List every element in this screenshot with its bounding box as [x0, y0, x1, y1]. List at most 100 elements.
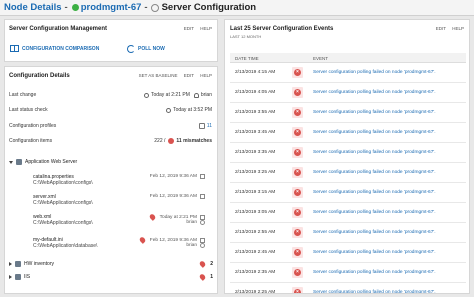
table-row[interactable]: 2/13/2019 2:45 AM × Server configuration p…	[230, 243, 466, 263]
document-icon	[200, 237, 205, 243]
edit-link[interactable]: EDIT	[436, 26, 446, 31]
chevron-right-icon[interactable]	[9, 262, 12, 266]
table-row[interactable]: 2/13/2019 2:55 AM × Server configuration p…	[230, 223, 466, 243]
panel-actions: EDIT HELP	[431, 26, 464, 31]
tree-group-hw-inventory[interactable]: HW inventory 2	[9, 260, 213, 268]
error-icon: ×	[292, 227, 303, 238]
table-row[interactable]: 2/13/2019 3:15 AM × Server configuration p…	[230, 183, 466, 203]
last-change-row: Last change Today at 2:21 PM brian	[9, 90, 212, 100]
event-message[interactable]: Server configuration polling failed on n…	[313, 250, 436, 255]
refresh-icon	[127, 45, 135, 53]
config-item-meta: Feb 12, 2019 9:36 AM	[150, 194, 205, 199]
table-row[interactable]: 2/13/2019 2:25 AM × Server configuration p…	[230, 283, 466, 293]
breadcrumb-separator: -	[144, 2, 148, 13]
config-management-panel: Server Configuration Management EDIT HEL…	[4, 19, 218, 62]
event-message[interactable]: Server configuration polling failed on n…	[313, 130, 436, 135]
table-row[interactable]: 2/13/2019 2:35 AM × Server configuration p…	[230, 263, 466, 283]
user-icon	[200, 243, 205, 248]
event-message[interactable]: Server configuration polling failed on n…	[313, 70, 436, 75]
tree-group-label: IIS	[24, 274, 31, 280]
panel-title: Last 25 Server Configuration Events	[230, 26, 334, 32]
chevron-right-icon[interactable]	[9, 275, 12, 279]
chevron-down-icon[interactable]	[9, 160, 13, 164]
config-item-row[interactable]: server.xml C:\WebApplication\configs\ Fe…	[33, 194, 209, 206]
configuration-comparison-button[interactable]: CONFIGURATION COMPARISON	[10, 45, 99, 52]
clock-icon	[143, 92, 149, 98]
event-datetime: 2/13/2019 4:05 AM	[235, 90, 276, 95]
document-icon	[200, 194, 205, 199]
table-row[interactable]: 2/13/2019 3:35 AM × Server configuration p…	[230, 143, 466, 163]
table-row[interactable]: 2/13/2019 4:15 AM × Server configuration p…	[230, 63, 466, 83]
help-link[interactable]: HELP	[200, 26, 212, 31]
mismatches-count[interactable]: 11 mismatches	[176, 138, 212, 144]
event-message[interactable]: Server configuration polling failed on n…	[313, 90, 436, 95]
hardware-icon	[15, 261, 21, 267]
error-x-icon: ×	[294, 189, 301, 196]
event-datetime: 2/13/2019 4:15 AM	[235, 70, 276, 75]
tree-group-label: Application Web Server	[25, 159, 78, 165]
config-item-date: Feb 12, 2019 9:36 AM	[149, 194, 197, 199]
event-message[interactable]: Server configuration polling failed on n…	[313, 190, 436, 195]
configuration-profiles-count[interactable]: 11	[207, 123, 212, 129]
config-item-row[interactable]: web.xml C:\WebApplication\configs\ Today…	[33, 213, 209, 226]
config-item-row[interactable]: my-default.ini C:\WebApplication\databas…	[33, 236, 209, 249]
column-header-event[interactable]: EVENT	[313, 56, 328, 61]
breadcrumb-node-details[interactable]: Node Details	[4, 2, 62, 13]
event-message[interactable]: Server configuration polling failed on n…	[313, 150, 436, 155]
table-row[interactable]: 2/13/2019 4:05 AM × Server configuration p…	[230, 83, 466, 103]
event-message[interactable]: Server configuration polling failed on n…	[313, 230, 436, 235]
breadcrumb-node[interactable]: prodmgmt-67	[81, 2, 142, 13]
document-icon	[200, 174, 205, 179]
event-datetime: 2/13/2019 2:45 AM	[235, 250, 276, 255]
config-item-path: C:\WebApplication\configs\	[33, 200, 93, 206]
last-status-check-label: Last status check	[9, 107, 48, 113]
error-x-icon: ×	[294, 89, 301, 96]
tree-group-count: 1	[210, 274, 213, 280]
column-header-date[interactable]: DATE TIME	[235, 56, 259, 61]
config-item-path: C:\WebApplication\database\	[33, 243, 98, 249]
table-row[interactable]: 2/13/2019 3:55 AM × Server configuration p…	[230, 103, 466, 123]
mismatch-pin-icon	[138, 236, 147, 244]
tree-group-application-web-server[interactable]: Application Web Server	[9, 159, 213, 165]
event-message[interactable]: Server configuration polling failed on n…	[313, 210, 436, 215]
event-datetime: 2/13/2019 3:15 AM	[235, 190, 276, 195]
config-item-row[interactable]: catalina.properties C:\WebApplication\co…	[33, 174, 209, 186]
panel-actions: EDIT HELP	[179, 26, 212, 31]
tree-group-iis[interactable]: IIS 1	[9, 273, 213, 281]
configuration-items-label: Configuration items	[9, 138, 53, 144]
event-datetime: 2/13/2019 3:05 AM	[235, 210, 276, 215]
breadcrumb: Node Details - prodmgmt-67 - Server Conf…	[0, 0, 474, 16]
event-datetime: 2/13/2019 3:25 AM	[235, 170, 276, 175]
help-link[interactable]: HELP	[200, 73, 212, 78]
mismatch-pin-icon	[148, 213, 157, 221]
panel-subtitle: LAST 12 MONTH	[230, 34, 262, 39]
event-datetime: 2/13/2019 2:35 AM	[235, 270, 276, 275]
breadcrumb-separator: -	[64, 2, 68, 13]
error-x-icon: ×	[294, 149, 301, 156]
event-message[interactable]: Server configuration polling failed on n…	[313, 110, 436, 115]
compare-icon	[10, 45, 19, 52]
event-message[interactable]: Server configuration polling failed on n…	[313, 270, 436, 275]
event-message[interactable]: Server configuration polling failed on n…	[313, 170, 436, 175]
config-item-path: C:\WebApplication\configs\	[33, 220, 93, 226]
error-icon: ×	[292, 267, 303, 278]
event-datetime: 2/13/2019 3:55 AM	[235, 110, 276, 115]
page-title: Server Configuration	[161, 2, 257, 13]
last-change-user: brian	[200, 92, 212, 98]
configuration-profiles-label: Configuration profiles	[9, 123, 57, 129]
tree-group-count: 2	[210, 261, 213, 267]
edit-link[interactable]: EDIT	[184, 73, 194, 78]
user-icon	[193, 92, 199, 98]
set-as-baseline-link[interactable]: SET AS BASELINE	[139, 73, 178, 78]
help-link[interactable]: HELP	[452, 26, 464, 31]
mismatch-alert-icon	[168, 138, 175, 144]
edit-link[interactable]: EDIT	[184, 26, 194, 31]
table-row[interactable]: 2/13/2019 3:25 AM × Server configuration p…	[230, 163, 466, 183]
last-status-check-row: Last status check Today at 3:52 PM	[9, 105, 212, 115]
table-row[interactable]: 2/13/2019 3:05 AM × Server configuration p…	[230, 203, 466, 223]
event-message[interactable]: Server configuration polling failed on n…	[313, 290, 436, 293]
error-x-icon: ×	[294, 289, 301, 293]
config-item-date: Today at 2:21 PM	[159, 214, 197, 220]
poll-now-button[interactable]: POLL NOW	[127, 45, 165, 53]
table-row[interactable]: 2/13/2019 3:45 AM × Server configuration p…	[230, 123, 466, 143]
